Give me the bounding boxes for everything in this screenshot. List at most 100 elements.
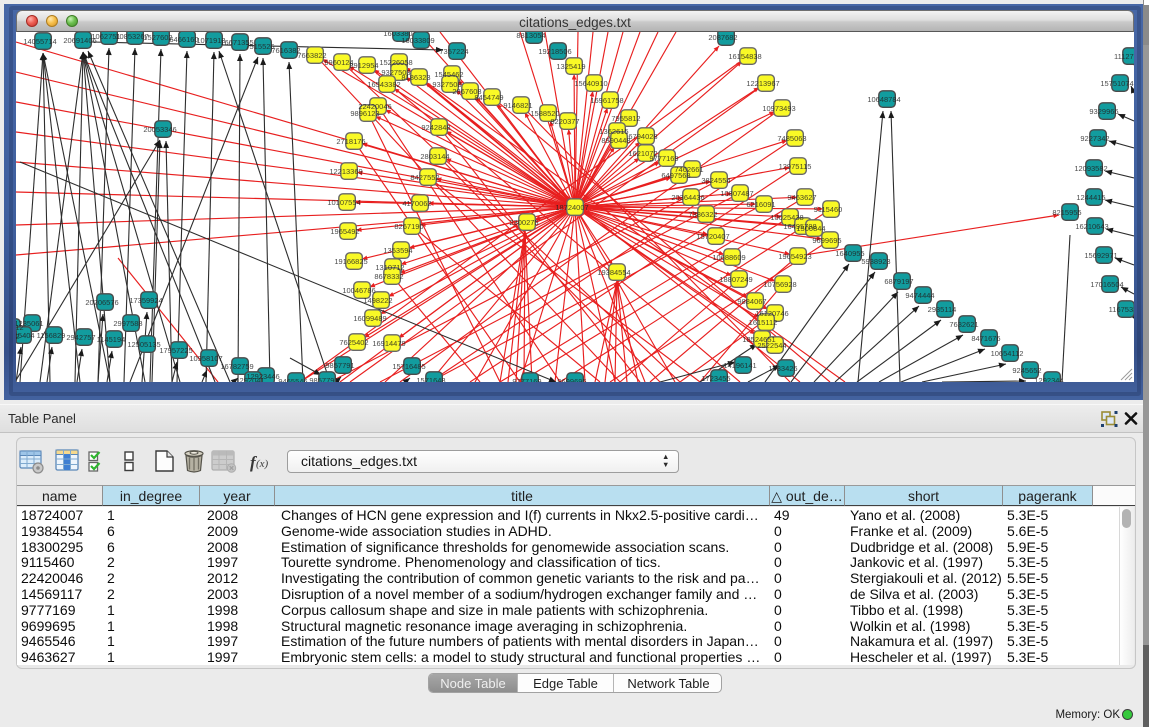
svg-text:7357224: 7357224 (439, 47, 468, 56)
svg-text:19218506: 19218506 (538, 47, 571, 56)
svg-text:1571648: 1571648 (416, 376, 445, 382)
svg-text:9474444: 9474444 (905, 291, 934, 300)
svg-text:8267190: 8267190 (394, 222, 423, 231)
svg-text:8220377: 8220377 (550, 117, 579, 126)
svg-text:1292041: 1292041 (235, 376, 264, 382)
svg-text:1733426: 1733426 (768, 364, 797, 373)
svg-text:1498222: 1498222 (363, 296, 392, 305)
svg-text:9115460: 9115460 (814, 205, 843, 214)
svg-text:1292344: 1292344 (1034, 376, 1063, 382)
svg-text:2997588: 2997588 (113, 319, 142, 328)
svg-text:10807487: 10807487 (720, 189, 753, 198)
svg-text:7625402: 7625402 (339, 338, 368, 347)
svg-text:19654923: 19654923 (778, 252, 811, 261)
svg-text:7515526: 7515526 (245, 42, 274, 51)
svg-text:10046786: 10046786 (342, 286, 375, 295)
svg-text:9777169: 9777169 (649, 154, 678, 163)
svg-text:1112763: 1112763 (1114, 52, 1134, 61)
svg-text:6466160: 6466160 (169, 35, 198, 44)
svg-text:19166825: 19166825 (334, 257, 367, 266)
svg-text:1167533: 1167533 (1109, 305, 1134, 314)
svg-text:2526652: 2526652 (16, 332, 20, 341)
svg-text:2942757: 2942757 (66, 333, 95, 342)
svg-text:1965492: 1965492 (330, 227, 359, 236)
svg-text:1545462: 1545462 (434, 70, 463, 79)
svg-text:15716485: 15716485 (392, 362, 425, 371)
svg-text:7663822: 7663822 (297, 51, 326, 60)
svg-text:9227342: 9227342 (1080, 134, 1109, 143)
svg-text:15751074: 15751074 (1100, 79, 1133, 88)
svg-text:16961758: 16961758 (590, 96, 623, 105)
svg-text:1310712: 1310712 (375, 263, 404, 272)
svg-text:12213369: 12213369 (329, 167, 362, 176)
svg-text:17016504: 17016504 (1090, 280, 1123, 289)
svg-text:17957225: 17957225 (159, 346, 192, 355)
svg-text:12505135: 12505135 (127, 340, 160, 349)
svg-text:9245652: 9245652 (1012, 366, 1041, 375)
svg-text:14055714: 14055714 (23, 37, 56, 46)
svg-text:1325419: 1325419 (556, 62, 585, 71)
svg-text:9465546: 9465546 (278, 377, 307, 382)
svg-text:8471676: 8471676 (971, 334, 1000, 343)
svg-text:20206576: 20206576 (85, 298, 118, 307)
svg-text:8912954: 8912954 (349, 61, 378, 70)
svg-text:8427552: 8427552 (410, 173, 439, 182)
svg-text:8813054: 8813054 (516, 32, 545, 40)
svg-text:9463627: 9463627 (787, 193, 816, 202)
svg-text:10025438: 10025438 (770, 213, 803, 222)
svg-text:2935114: 2935114 (928, 305, 957, 314)
svg-text:8454749: 8454749 (474, 93, 503, 102)
svg-text:8678332: 8678332 (374, 272, 403, 281)
svg-text:9884067: 9884067 (737, 297, 766, 306)
svg-text:9699695: 9699695 (557, 377, 586, 382)
svg-text:9857791: 9857791 (309, 376, 338, 382)
svg-text:16543382: 16543382 (367, 80, 400, 89)
svg-text:1145194: 1145194 (97, 335, 126, 344)
svg-text:2803144: 2803144 (420, 152, 449, 161)
svg-text:16210643: 16210643 (1075, 222, 1108, 231)
svg-text:1362615: 1362615 (599, 127, 628, 136)
svg-text:1235061: 1235061 (16, 319, 44, 328)
svg-text:20053346: 20053346 (143, 125, 176, 134)
svg-text:7386322: 7386322 (688, 210, 717, 219)
svg-text:1615112: 1615112 (749, 318, 778, 327)
svg-text:4170062: 4170062 (402, 199, 431, 208)
svg-text:7955812: 7955812 (611, 114, 640, 123)
svg-text:1723455: 1723455 (701, 374, 730, 382)
svg-text:9896123: 9896123 (350, 109, 379, 118)
svg-text:18724007: 18724007 (555, 203, 588, 212)
svg-text:2300275: 2300275 (509, 218, 538, 227)
svg-text:15640910: 15640910 (574, 79, 607, 88)
svg-text:9857791: 9857791 (325, 361, 354, 370)
svg-text:16914479: 16914479 (372, 339, 405, 348)
svg-text:20364436: 20364436 (671, 193, 704, 202)
svg-text:1500844: 1500844 (796, 224, 825, 233)
svg-text:12093582: 12093582 (1074, 164, 1107, 173)
svg-text:2087682: 2087682 (708, 33, 737, 42)
svg-text:8215955: 8215955 (1052, 208, 1081, 217)
svg-text:8186323: 8186323 (401, 73, 430, 82)
svg-text:6794028: 6794028 (628, 132, 657, 141)
svg-text:6879197: 6879197 (884, 277, 913, 286)
svg-text:17359924: 17359924 (129, 296, 162, 305)
svg-text:(x): (x) (256, 458, 269, 470)
svg-text:10654112: 10654112 (991, 349, 1024, 358)
svg-text:16033809: 16033809 (401, 36, 434, 45)
svg-text:12975115: 12975115 (779, 162, 812, 171)
svg-text:10688609: 10688609 (712, 253, 745, 262)
svg-text:10648784: 10648784 (867, 95, 900, 104)
svg-text:12213967: 12213967 (746, 79, 779, 88)
svg-text:14196141: 14196141 (723, 361, 756, 370)
svg-text:16154838: 16154838 (728, 52, 761, 61)
svg-text:7632621: 7632621 (949, 320, 978, 329)
svg-text:7485063: 7485063 (777, 134, 806, 143)
svg-text:10958107: 10958107 (189, 354, 222, 363)
svg-text:5938923: 5938923 (861, 257, 890, 266)
svg-text:1640955: 1640955 (835, 249, 864, 258)
svg-text:6216091: 6216091 (746, 200, 775, 209)
svg-text:1353594: 1353594 (383, 246, 412, 255)
svg-text:7616382: 7616382 (271, 46, 300, 55)
svg-text:10973493: 10973493 (762, 104, 795, 113)
svg-text:9242848: 9242848 (421, 123, 450, 132)
svg-text:18807249: 18807249 (719, 275, 752, 284)
